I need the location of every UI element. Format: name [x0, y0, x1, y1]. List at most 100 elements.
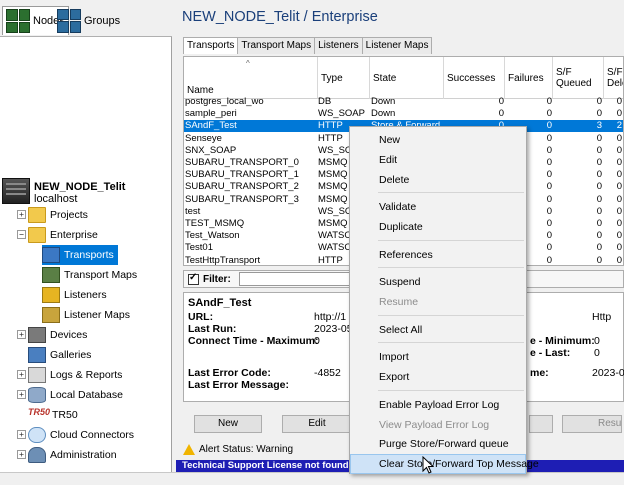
- cell-sf-queued: 0: [596, 132, 602, 144]
- transport-map-icon: [42, 267, 60, 283]
- tree-item-devices[interactable]: Devices: [28, 325, 87, 345]
- menu-item-delete[interactable]: Delete: [350, 170, 526, 190]
- last-run-label: Last Run:: [188, 323, 237, 335]
- filter-checkbox[interactable]: [188, 272, 199, 285]
- tab-transports[interactable]: Transports: [183, 37, 239, 54]
- cell-sf-queued: 0: [596, 181, 602, 193]
- column-header-sf-deleted[interactable]: S/F Delet: [604, 57, 623, 99]
- resume-button[interactable]: Resume: [562, 415, 622, 433]
- menu-item-references[interactable]: References: [350, 245, 526, 265]
- menu-item-new[interactable]: New: [350, 130, 526, 150]
- column-header-successes[interactable]: Successes: [444, 57, 505, 99]
- menu-item-clear-store-forward-top-message[interactable]: Clear Store/Forward Top Message: [350, 454, 539, 474]
- tree-item-label: Logs & Reports: [50, 369, 123, 381]
- cell-name: SUBARU_TRANSPORT_0: [185, 157, 299, 168]
- cell-sf-queued: 0: [596, 205, 602, 217]
- cell-sf-queued: 0: [596, 144, 602, 156]
- error-time-label: me:: [530, 367, 549, 379]
- tree-item-transport-maps[interactable]: Transport Maps: [42, 265, 137, 285]
- cell-sf-queued: 0: [596, 157, 602, 168]
- cell-type: DB: [318, 96, 332, 107]
- cell-name: sample_peri: [185, 108, 237, 120]
- cell-failures: 0: [546, 108, 552, 120]
- column-header-sf-queued[interactable]: S/F Queued: [553, 57, 604, 99]
- menu-item-validate[interactable]: Validate: [350, 197, 526, 217]
- tree-item-logs-reports[interactable]: Logs & Reports: [28, 365, 122, 385]
- cell-name: test: [185, 205, 201, 217]
- tab-listeners[interactable]: Listeners: [314, 37, 363, 54]
- cell-sf-deleted: 0: [616, 169, 622, 181]
- tree-item-listener-maps[interactable]: Listener Maps: [42, 305, 130, 325]
- tree-root-node[interactable]: NEW_NODE_Telit localhost: [2, 178, 125, 205]
- column-label: Name: [187, 85, 214, 96]
- warning-icon: [183, 444, 195, 455]
- expand-logs-icon[interactable]: +: [17, 370, 26, 379]
- tree-item-tr50[interactable]: TR50 TR50: [28, 405, 78, 425]
- menu-item-export[interactable]: Export: [350, 367, 526, 387]
- column-label: Successes: [447, 72, 496, 84]
- tree-item-galleries[interactable]: Galleries: [28, 345, 91, 365]
- tab-groups-label: Groups: [84, 14, 121, 27]
- tree-item-label: Listener Maps: [64, 309, 130, 321]
- column-header-name[interactable]: ^ Name: [184, 57, 318, 99]
- cell-successes: 0: [498, 108, 504, 120]
- admin-user-icon: [28, 447, 46, 463]
- column-label: S/F Queued: [556, 67, 592, 89]
- cell-sf-deleted: 0: [616, 242, 622, 254]
- server-icon: [2, 178, 30, 204]
- column-header-type[interactable]: Type: [318, 57, 370, 99]
- menu-item-select-all[interactable]: Select All: [350, 320, 526, 340]
- menu-item-purge-store-forward-queue[interactable]: Purge Store/Forward queue: [350, 434, 526, 454]
- collapse-enterprise-icon[interactable]: −: [17, 230, 26, 239]
- database-icon: [28, 387, 46, 403]
- column-header-failures[interactable]: Failures: [505, 57, 553, 99]
- menu-item-enable-payload-error-log[interactable]: Enable Payload Error Log: [350, 395, 526, 415]
- tree-item-label: Devices: [50, 329, 88, 341]
- column-header-state[interactable]: State: [370, 57, 444, 99]
- cell-sf-deleted: 0: [616, 157, 622, 168]
- cell-successes: 0: [498, 96, 504, 107]
- tree-item-administration[interactable]: Administration: [28, 445, 117, 465]
- new-button[interactable]: New: [194, 415, 262, 433]
- expand-projects-icon[interactable]: +: [17, 210, 26, 219]
- tree-item-transports[interactable]: Transports: [42, 245, 118, 265]
- tree-item-local-database[interactable]: Local Database: [28, 385, 123, 405]
- cell-sf-deleted: 0: [616, 205, 622, 217]
- edit-button[interactable]: Edit: [282, 415, 352, 433]
- table-header: ^ Name Type State Successes Failures S/F…: [184, 57, 623, 99]
- tab-groups[interactable]: Groups: [54, 6, 123, 35]
- expand-cloud-icon[interactable]: +: [17, 430, 26, 439]
- menu-separator: [378, 240, 524, 241]
- cell-name: TEST_MSMQ: [185, 218, 245, 229]
- transport-icon: [42, 247, 60, 263]
- cell-name: SUBARU_TRANSPORT_1: [185, 169, 299, 181]
- menu-item-suspend[interactable]: Suspend: [350, 272, 526, 292]
- button-partial[interactable]: [529, 415, 553, 433]
- menu-item-resume[interactable]: Resume: [350, 292, 526, 312]
- menu-item-edit[interactable]: Edit: [350, 150, 526, 170]
- menu-item-import[interactable]: Import: [350, 347, 526, 367]
- expand-database-icon[interactable]: +: [17, 390, 26, 399]
- tree-item-listeners[interactable]: Listeners: [42, 285, 107, 305]
- connect-time-min-value: 0: [594, 335, 600, 347]
- expand-admin-icon[interactable]: +: [17, 450, 26, 459]
- app-window: Nodes Groups NEW_NODE_Telit localhost + …: [0, 0, 624, 485]
- tab-transport-maps[interactable]: Transport Maps: [237, 37, 316, 54]
- menu-item-duplicate[interactable]: Duplicate: [350, 217, 526, 237]
- devices-icon: [28, 327, 46, 343]
- table-row[interactable]: sample_peri WS_SOAP Down 0 0 0 0: [184, 108, 623, 120]
- connect-time-max-value: 0: [314, 335, 320, 347]
- tree-item-cloud-connectors[interactable]: Cloud Connectors: [28, 425, 134, 445]
- tree-item-projects[interactable]: Projects: [28, 205, 88, 225]
- cell-state: Down: [371, 96, 396, 107]
- tree-item-enterprise[interactable]: Enterprise: [28, 225, 98, 245]
- root-node-host: localhost: [34, 193, 78, 205]
- tab-listener-maps[interactable]: Listener Maps: [361, 37, 433, 54]
- table-row[interactable]: postgres_local_wo DB Down 0 0 0 0: [184, 96, 623, 108]
- cell-name: SUBARU_TRANSPORT_2: [185, 181, 299, 193]
- cell-sf-queued: 0: [596, 96, 602, 107]
- menu-item-view-payload-error-log[interactable]: View Payload Error Log: [350, 415, 526, 435]
- tree-item-label: TR50: [52, 409, 78, 421]
- expand-devices-icon[interactable]: +: [17, 330, 26, 339]
- left-panel: Nodes Groups NEW_NODE_Telit localhost + …: [0, 0, 172, 472]
